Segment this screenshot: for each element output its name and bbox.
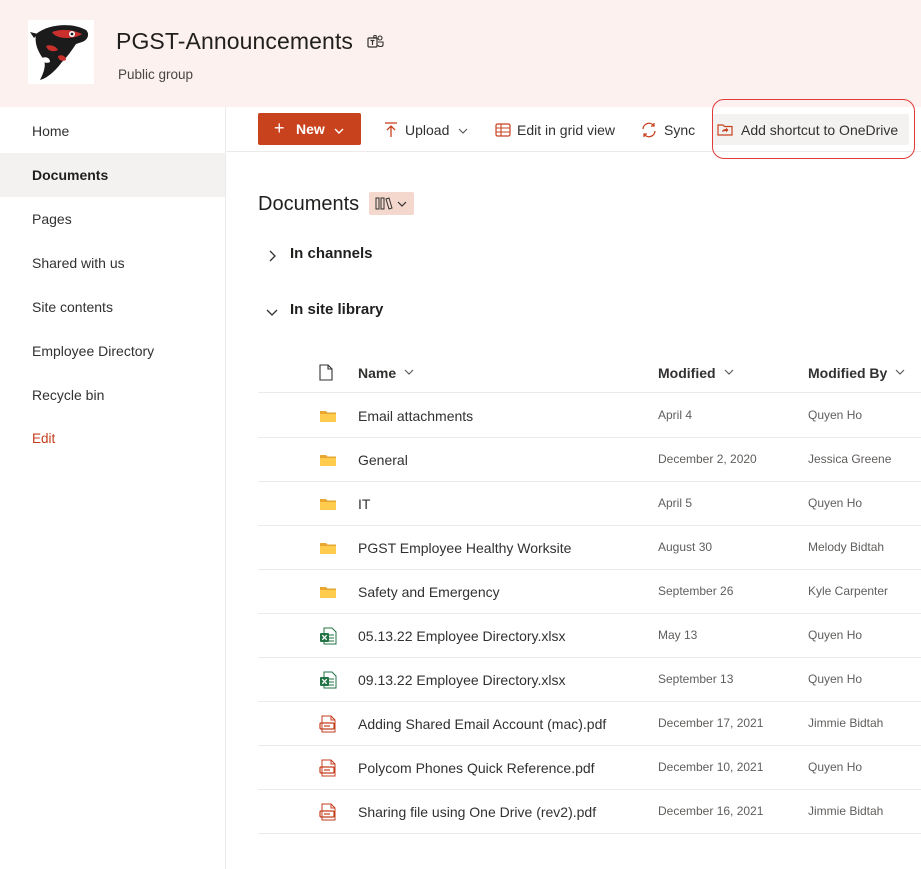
file-modified-by[interactable]: Kyle Carpenter bbox=[808, 584, 888, 598]
file-row[interactable]: 05.13.22 Employee Directory.xlsx May 13 Qu… bbox=[258, 614, 921, 658]
nav-item-pages[interactable]: Pages bbox=[0, 197, 225, 241]
file-row[interactable]: IT April 5 Quyen Ho bbox=[258, 482, 921, 526]
folder-icon bbox=[319, 451, 337, 469]
file-modified-by[interactable]: Jimmie Bidtah bbox=[808, 804, 883, 818]
file-modified-by[interactable]: Jimmie Bidtah bbox=[808, 716, 883, 730]
file-modified-date: September 13 bbox=[658, 672, 734, 686]
nav-edit-link[interactable]: Edit bbox=[0, 417, 225, 461]
file-name-link[interactable]: IT bbox=[358, 496, 370, 512]
file-row[interactable]: Adding Shared Email Account (mac).pdf Dec… bbox=[258, 702, 921, 746]
file-row[interactable]: General December 2, 2020 Jessica Greene bbox=[258, 438, 921, 482]
new-button[interactable]: + New bbox=[258, 113, 361, 145]
teams-icon[interactable] bbox=[367, 34, 385, 49]
file-type-column-icon[interactable] bbox=[319, 364, 333, 381]
chevron-down-icon bbox=[334, 123, 344, 134]
folder-icon bbox=[319, 495, 337, 513]
pdf-file-icon bbox=[319, 759, 337, 777]
file-modified-date: December 17, 2021 bbox=[658, 716, 764, 730]
column-name-label: Name bbox=[358, 365, 397, 381]
file-name-link[interactable]: PGST Employee Healthy Worksite bbox=[358, 540, 571, 556]
chevron-right-icon bbox=[266, 249, 278, 262]
file-name-link[interactable]: 05.13.22 Employee Directory.xlsx bbox=[358, 628, 566, 644]
column-modified-by[interactable]: Modified By bbox=[808, 364, 905, 381]
site-logo[interactable] bbox=[28, 20, 94, 84]
view-options-button[interactable] bbox=[369, 192, 414, 215]
file-modified-by[interactable]: Quyen Ho bbox=[808, 760, 862, 774]
column-name[interactable]: Name bbox=[358, 364, 414, 381]
upload-label: Upload bbox=[405, 122, 450, 138]
nav-item-shared-with-us[interactable]: Shared with us bbox=[0, 241, 225, 285]
pdf-file-icon bbox=[319, 803, 337, 821]
group-in-channels-label: In channels bbox=[290, 245, 373, 262]
column-modified[interactable]: Modified bbox=[658, 364, 734, 381]
file-row[interactable]: Sharing file using One Drive (rev2).pdf D… bbox=[258, 790, 921, 834]
library-title: Documents bbox=[258, 193, 360, 215]
file-modified-by[interactable]: Jessica Greene bbox=[808, 452, 891, 466]
file-name-link[interactable]: Safety and Emergency bbox=[358, 584, 500, 600]
chevron-down-icon bbox=[724, 364, 734, 375]
edit-grid-view-label: Edit in grid view bbox=[517, 122, 616, 138]
folder-icon bbox=[319, 539, 337, 557]
file-name-link[interactable]: Sharing file using One Drive (rev2).pdf bbox=[358, 804, 596, 820]
file-name-link[interactable]: 09.13.22 Employee Directory.xlsx bbox=[358, 672, 566, 688]
file-name-link[interactable]: Email attachments bbox=[358, 408, 473, 424]
highlight-annotation-ring bbox=[712, 99, 915, 159]
nav-item-employee-directory[interactable]: Employee Directory bbox=[0, 329, 225, 373]
file-row[interactable]: Polycom Phones Quick Reference.pdf Decemb… bbox=[258, 746, 921, 790]
file-row[interactable]: PGST Employee Healthy Worksite August 30 M… bbox=[258, 526, 921, 570]
file-modified-date: December 2, 2020 bbox=[658, 452, 757, 466]
file-row[interactable]: Email attachments April 4 Quyen Ho bbox=[258, 394, 921, 438]
sync-button[interactable]: Sync bbox=[638, 107, 696, 152]
edit-grid-view-button[interactable]: Edit in grid view bbox=[492, 107, 620, 152]
file-modified-date: April 5 bbox=[658, 496, 693, 510]
excel-file-icon bbox=[319, 671, 337, 689]
folder-icon bbox=[319, 583, 337, 601]
file-modified-date: May 13 bbox=[658, 628, 698, 642]
file-modified-date: August 30 bbox=[658, 540, 713, 554]
upload-icon bbox=[382, 121, 400, 139]
chevron-down-icon bbox=[266, 305, 278, 317]
file-name-link[interactable]: General bbox=[358, 452, 408, 468]
site-title[interactable]: PGST-Announcements bbox=[116, 28, 353, 55]
site-subtitle: Public group bbox=[118, 67, 194, 82]
sync-icon bbox=[640, 121, 658, 139]
file-modified-by[interactable]: Quyen Ho bbox=[808, 672, 862, 686]
plus-icon: + bbox=[274, 118, 285, 138]
file-modified-date: April 4 bbox=[658, 408, 693, 422]
chevron-down-icon bbox=[404, 364, 414, 375]
nav-item-home[interactable]: Home bbox=[0, 109, 225, 153]
file-name-link[interactable]: Adding Shared Email Account (mac).pdf bbox=[358, 716, 606, 732]
file-modified-date: September 26 bbox=[658, 584, 734, 598]
column-modified-by-label: Modified By bbox=[808, 365, 888, 381]
excel-file-icon bbox=[319, 627, 337, 645]
file-name-link[interactable]: Polycom Phones Quick Reference.pdf bbox=[358, 760, 595, 776]
grid-icon bbox=[494, 121, 512, 139]
folder-icon bbox=[319, 407, 337, 425]
column-modified-label: Modified bbox=[658, 365, 716, 381]
file-modified-date: December 16, 2021 bbox=[658, 804, 764, 818]
nav-item-recycle-bin[interactable]: Recycle bin bbox=[0, 373, 225, 417]
site-header: PGST-Announcements Public group bbox=[0, 0, 921, 107]
file-modified-by[interactable]: Quyen Ho bbox=[808, 496, 862, 510]
file-row[interactable]: 09.13.22 Employee Directory.xlsx Septembe… bbox=[258, 658, 921, 702]
pdf-file-icon bbox=[319, 715, 337, 733]
file-row[interactable]: Safety and Emergency September 26 Kyle Car… bbox=[258, 570, 921, 614]
chevron-down-icon bbox=[458, 123, 468, 134]
upload-button[interactable]: Upload bbox=[378, 107, 474, 152]
sync-label: Sync bbox=[664, 122, 696, 138]
group-in-site-library-label: In site library bbox=[290, 301, 384, 318]
new-button-label: New bbox=[296, 121, 325, 137]
nav-item-documents[interactable]: Documents bbox=[0, 153, 225, 197]
nav-item-site-contents[interactable]: Site contents bbox=[0, 285, 225, 329]
file-modified-by[interactable]: Quyen Ho bbox=[808, 408, 862, 422]
file-modified-date: December 10, 2021 bbox=[658, 760, 764, 774]
file-modified-by[interactable]: Quyen Ho bbox=[808, 628, 862, 642]
file-modified-by[interactable]: Melody Bidtah bbox=[808, 540, 884, 554]
left-navigation: Home Documents Pages Shared with us Site… bbox=[0, 107, 226, 869]
chevron-down-icon bbox=[895, 364, 905, 375]
